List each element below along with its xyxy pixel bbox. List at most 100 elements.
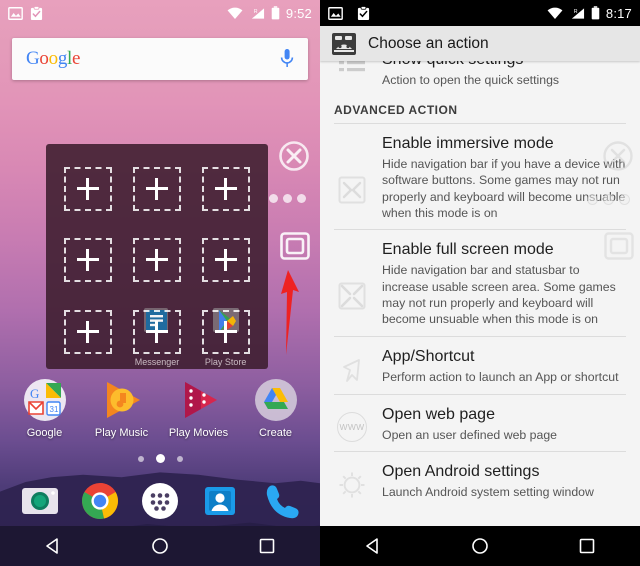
list-item-open-web-page[interactable]: WWW Open web page Open an user defined w… — [320, 395, 640, 451]
list-item-text: Open web page Open an user defined web p… — [382, 405, 626, 443]
battery-icon — [591, 6, 600, 20]
signal-icon: R — [251, 7, 264, 19]
home-circle-icon[interactable] — [471, 537, 489, 555]
list-lines-icon — [339, 61, 365, 72]
grid-cell[interactable] — [195, 230, 256, 292]
close-x-circle-icon[interactable] — [278, 140, 310, 172]
immersive-mode-icon — [338, 176, 366, 204]
grid-cell[interactable] — [127, 158, 188, 220]
play-music-icon — [106, 382, 140, 418]
list-item-enable-immersive-mode[interactable]: Enable immersive mode Hide navigation ba… — [320, 124, 640, 229]
empty-slot[interactable] — [132, 166, 181, 211]
wifi-icon — [547, 7, 563, 19]
plus-icon — [214, 177, 237, 200]
plus-icon — [77, 177, 100, 200]
home-app-row: G 31 Google Play Music Play Movies Creat… — [0, 378, 320, 439]
contacts-icon[interactable] — [200, 481, 240, 521]
right-phone-action-list: R 8:17 Choose an action Action to open t… — [320, 0, 640, 566]
grid-cell[interactable] — [127, 230, 188, 292]
left-phone-home-screen: R 9:52 Google Messenger Play Store G 31 … — [0, 0, 320, 566]
app-play-music[interactable]: Play Music — [89, 378, 155, 439]
recents-square-icon[interactable] — [578, 537, 596, 555]
empty-slot[interactable] — [201, 238, 250, 283]
list-item-open-android-settings[interactable]: Open Android settings Launch Android sys… — [320, 452, 640, 508]
grid-app-label: Play Store — [204, 357, 247, 367]
list-item-subtitle: Hide navigation bar if you have a device… — [382, 157, 626, 221]
plus-icon — [77, 321, 100, 344]
empty-slot[interactable] — [64, 238, 113, 283]
plus-icon — [145, 321, 168, 344]
list-item-icon-wrap — [332, 347, 372, 386]
list-item-text: Show quick settings Action to open the q… — [382, 61, 626, 88]
list-item-text: Open Android settings Launch Android sys… — [382, 462, 626, 500]
camera-icon[interactable] — [20, 481, 60, 521]
page-dot[interactable] — [176, 455, 183, 462]
create-folder-icon — [254, 379, 297, 421]
app-play-movies[interactable]: Play Movies — [166, 378, 232, 439]
list-item-enable-full-screen-mode[interactable]: Enable full screen mode Hide navigation … — [320, 230, 640, 335]
rounded-square-icon[interactable] — [604, 232, 634, 260]
shortcut-grid-overlay[interactable]: Messenger Play Store — [46, 144, 268, 369]
page-dot[interactable] — [137, 455, 144, 462]
google-search-bar[interactable]: Google — [12, 38, 308, 80]
list-item-show-quick-settings[interactable]: Show quick settings Action to open the q… — [320, 61, 640, 91]
empty-slot[interactable] — [201, 310, 250, 355]
action-list[interactable]: Show quick settings Action to open the q… — [320, 61, 640, 530]
grid-cell-play-store[interactable]: Play Store — [195, 301, 256, 367]
robot-app-icon[interactable] — [332, 32, 356, 55]
phone-icon[interactable] — [260, 481, 300, 521]
empty-slot[interactable] — [132, 310, 181, 355]
list-item-icon-wrap — [332, 240, 372, 327]
page-dot-active[interactable] — [155, 454, 165, 463]
empty-slot[interactable] — [64, 310, 113, 355]
chrome-icon[interactable] — [80, 481, 120, 521]
google-folder-icon: G 31 — [23, 379, 66, 421]
app-google-folder[interactable]: G 31 Google — [12, 378, 78, 439]
play-movies-icon — [184, 382, 217, 418]
back-triangle-icon[interactable] — [364, 537, 382, 555]
list-item-text: App/Shortcut Perform action to launch an… — [382, 347, 626, 386]
full-screen-mode-icon — [338, 282, 366, 310]
dot — [619, 194, 630, 205]
google-logo: Google — [26, 48, 80, 70]
dot — [587, 194, 598, 205]
app-drawer-icon[interactable] — [140, 481, 180, 521]
google-logo-letter: o — [48, 48, 59, 69]
microphone-icon[interactable] — [280, 48, 294, 70]
clipboard-check-icon — [357, 5, 370, 20]
overlay-close-button[interactable] — [278, 140, 310, 177]
close-x-circle-icon[interactable] — [602, 140, 634, 172]
overlay-close-button-ghost[interactable] — [602, 140, 634, 177]
image-icon — [8, 6, 23, 20]
google-logo-letter: e — [72, 48, 81, 69]
list-item-text: Enable full screen mode Hide navigation … — [382, 240, 626, 327]
overlay-fullscreen-toggle-ghost[interactable] — [604, 232, 634, 265]
grid-cell[interactable] — [195, 158, 256, 220]
app-label: Play Music — [94, 427, 149, 439]
grid-cell[interactable] — [58, 230, 119, 292]
back-triangle-icon[interactable] — [44, 537, 62, 555]
svg-text:G: G — [30, 386, 39, 401]
app-bar: Choose an action — [320, 26, 640, 61]
grid-app-label: Messenger — [134, 357, 180, 367]
overlay-more-dots[interactable] — [269, 194, 306, 203]
plus-icon — [145, 249, 168, 272]
list-item-title: Enable immersive mode — [382, 135, 554, 152]
status-bar-time: 8:17 — [605, 5, 632, 21]
recents-square-icon[interactable] — [258, 537, 276, 555]
overlay-more-dots-ghost[interactable] — [587, 194, 630, 205]
svg-text:31: 31 — [49, 405, 58, 414]
app-create-folder[interactable]: Create — [243, 378, 309, 439]
grid-cell[interactable] — [58, 301, 119, 363]
empty-slot[interactable] — [64, 166, 113, 211]
home-circle-icon[interactable] — [151, 537, 169, 555]
dot — [269, 194, 278, 203]
list-item-app-shortcut[interactable]: App/Shortcut Perform action to launch an… — [320, 337, 640, 394]
page-title: Choose an action — [368, 34, 489, 52]
empty-slot[interactable] — [132, 238, 181, 283]
plus-icon — [214, 321, 237, 344]
empty-slot[interactable] — [201, 166, 250, 211]
list-item-text: Enable immersive mode Hide navigation ba… — [382, 134, 626, 221]
grid-cell-messenger[interactable]: Messenger — [127, 301, 188, 367]
grid-cell[interactable] — [58, 158, 119, 220]
